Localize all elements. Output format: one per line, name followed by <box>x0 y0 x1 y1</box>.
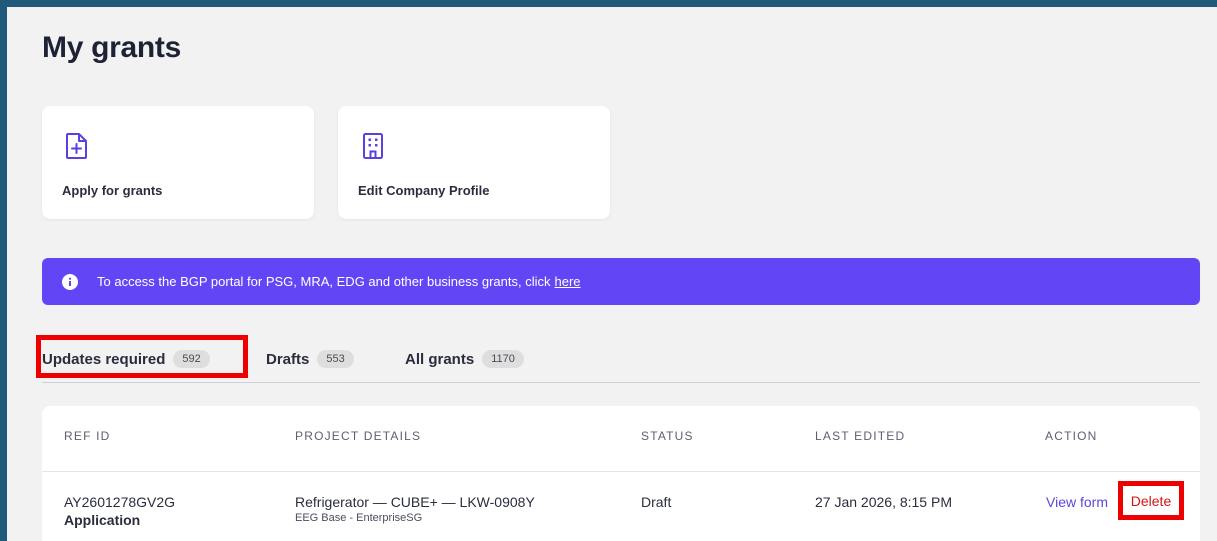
apply-for-grants-label: Apply for grants <box>62 183 163 198</box>
tab-drafts[interactable]: Drafts 553 <box>266 344 354 374</box>
last-edited-cell: 27 Jan 2026, 8:15 PM <box>815 494 952 510</box>
highlight-box-delete: Delete <box>1118 481 1184 520</box>
highlight-box-updates-required <box>36 335 248 378</box>
ref-type-cell: Application <box>64 512 141 528</box>
page-title: My grants <box>42 31 181 64</box>
apply-for-grants-card[interactable]: Apply for grants <box>42 106 314 219</box>
tab-drafts-count: 553 <box>317 350 354 368</box>
view-form-link[interactable]: View form <box>1046 494 1108 510</box>
building-icon <box>363 133 383 159</box>
banner-text: To access the BGP portal for PSG, MRA, E… <box>97 274 551 289</box>
tab-all-grants[interactable]: All grants 1170 <box>405 344 524 374</box>
tab-all-grants-count: 1170 <box>482 350 524 368</box>
tab-drafts-label: Drafts <box>266 350 310 368</box>
column-header-project-details: PROJECT DETAILS <box>295 429 422 443</box>
edit-company-profile-card[interactable]: Edit Company Profile <box>338 106 610 219</box>
file-plus-icon <box>66 133 87 159</box>
column-header-ref-id: REF ID <box>64 429 111 443</box>
main-content: My grants Apply for grants Edit Company … <box>7 7 1217 541</box>
edit-company-profile-label: Edit Company Profile <box>358 183 490 198</box>
column-header-last-edited: LAST EDITED <box>815 429 906 443</box>
status-cell: Draft <box>641 494 672 510</box>
delete-link[interactable]: Delete <box>1131 493 1171 509</box>
tab-all-grants-label: All grants <box>405 350 475 368</box>
column-header-status: STATUS <box>641 429 694 443</box>
banner-here-link[interactable]: here <box>555 274 581 289</box>
grants-table: REF ID PROJECT DETAILS STATUS LAST EDITE… <box>42 406 1200 541</box>
table-divider <box>42 471 1200 472</box>
project-sub-cell: EEG Base - EnterpriseSG <box>295 512 423 524</box>
info-icon <box>62 273 78 290</box>
column-header-action: ACTION <box>1045 429 1098 443</box>
bgp-info-banner: To access the BGP portal for PSG, MRA, E… <box>42 258 1200 305</box>
project-details-cell: Refrigerator — CUBE+ — LKW-0908Y <box>295 494 535 510</box>
ref-id-cell: AY2601278GV2G <box>64 494 176 510</box>
